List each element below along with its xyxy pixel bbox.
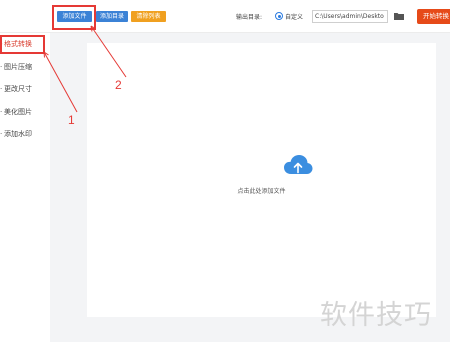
highlight-box-step-2 xyxy=(52,5,96,30)
sidebar: ›格式转换 · 图片压缩 · 更改尺寸 · 美化图片 · 添加水印 xyxy=(0,33,50,342)
sidebar-item-resize[interactable]: · 更改尺寸 xyxy=(0,82,50,96)
annotation-step-2: 2 xyxy=(115,78,122,92)
add-directory-button[interactable]: 添加目录 xyxy=(96,11,128,22)
custom-output-radio[interactable] xyxy=(275,12,283,20)
sidebar-item-watermark[interactable]: · 添加水印 xyxy=(0,127,50,141)
annotation-step-1: 1 xyxy=(68,113,75,127)
sidebar-item-beautify[interactable]: · 美化图片 xyxy=(0,105,50,119)
start-convert-button[interactable]: 开始转换 xyxy=(417,9,450,24)
watermark: 软件技巧 xyxy=(320,300,432,331)
file-drop-zone[interactable]: 点击此处添加文件 xyxy=(87,43,436,317)
output-directory-label: 输出目录: xyxy=(236,14,263,21)
sidebar-item-label: 添加水印 xyxy=(4,130,32,138)
custom-output-label: 自定义 xyxy=(285,14,304,21)
sidebar-item-label: 更改尺寸 xyxy=(4,85,32,93)
drop-hint: 点击此处添加文件 xyxy=(237,188,286,195)
cloud-upload-icon xyxy=(283,154,313,177)
sidebar-item-image-compress[interactable]: · 图片压缩 xyxy=(0,60,50,74)
sidebar-item-label: 美化图片 xyxy=(4,108,32,116)
output-path-input[interactable] xyxy=(312,10,388,23)
sidebar-item-label: 图片压缩 xyxy=(4,63,32,71)
folder-icon[interactable] xyxy=(394,12,404,20)
highlight-box-step-1 xyxy=(0,35,45,54)
clear-list-button[interactable]: 清除列表 xyxy=(131,11,166,22)
